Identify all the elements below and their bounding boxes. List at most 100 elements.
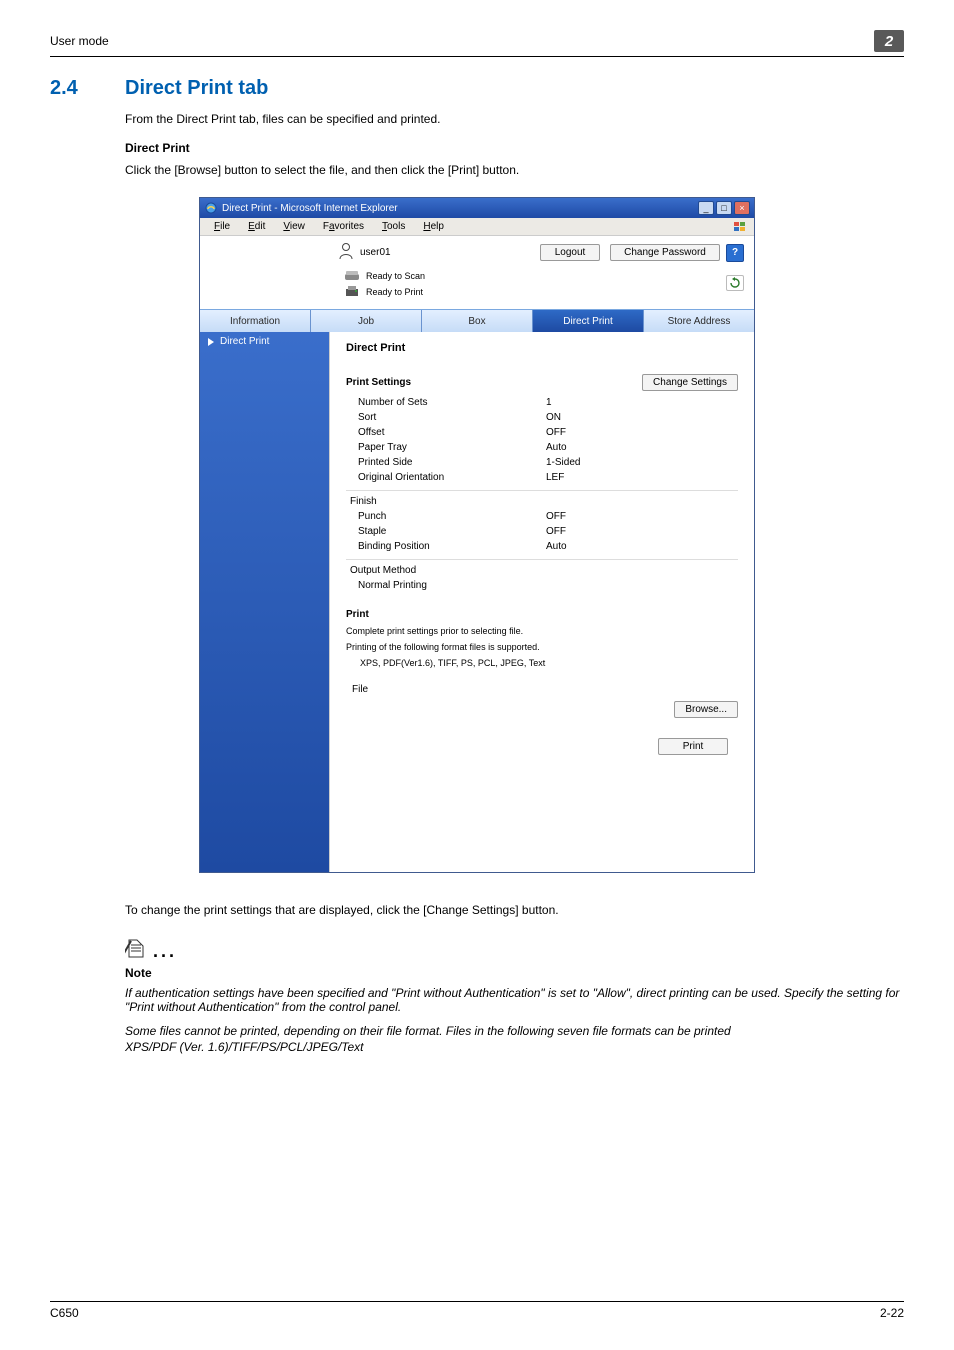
sidebar-item-label: Direct Print [220, 336, 269, 347]
k-offset: Offset [346, 427, 526, 438]
maximize-button[interactable]: □ [716, 201, 732, 215]
status-block: Ready to Scan Ready to Print [344, 269, 744, 299]
print-settings-rows: Number of Sets1 SortON OffsetOFF Paper T… [346, 395, 738, 485]
section-title: Direct Print tab [125, 77, 268, 100]
v-bind: Auto [526, 541, 738, 552]
note-block: ... Note If authentication settings have… [125, 937, 904, 1054]
menu-view[interactable]: View [275, 221, 313, 232]
menu-file[interactable]: File [206, 221, 238, 232]
print-settings-label: Print Settings [346, 377, 411, 388]
file-row: File [346, 684, 738, 695]
note-line-2: Some files cannot be printed, depending … [125, 1024, 904, 1038]
minimize-button[interactable]: _ [698, 201, 714, 215]
app-body: Direct Print Direct Print Print Settings… [200, 332, 754, 872]
scanner-icon [344, 269, 360, 283]
sub-heading: Direct Print [125, 141, 904, 155]
windows-logo-icon [732, 220, 748, 234]
header-rule [50, 56, 904, 57]
k-punch: Punch [346, 511, 526, 522]
tab-box[interactable]: Box [422, 310, 533, 332]
nav-tabs: Information Job Box Direct Print Store A… [200, 310, 754, 332]
user-name: user01 [360, 247, 391, 258]
triangle-icon [208, 338, 214, 346]
tab-store-address[interactable]: Store Address [644, 310, 754, 332]
titlebar: Direct Print - Microsoft Internet Explor… [200, 198, 754, 218]
k-bind: Binding Position [346, 541, 526, 552]
finish-head: Finish [346, 496, 738, 507]
footer-right: 2-22 [880, 1306, 904, 1320]
main-panel: Direct Print Print Settings Change Setti… [330, 332, 754, 872]
print-msg-2: Printing of the following format files i… [346, 642, 738, 652]
v-sort: ON [526, 412, 738, 423]
v-side: 1-Sided [526, 457, 738, 468]
page-header: User mode 2 [50, 30, 904, 52]
v-num-sets: 1 [526, 397, 738, 408]
print-msg-3: XPS, PDF(Ver1.6), TIFF, PS, PCL, JPEG, T… [346, 658, 738, 668]
help-button[interactable]: ? [726, 244, 744, 262]
logout-button[interactable]: Logout [540, 244, 600, 261]
sidebar: Direct Print [200, 332, 330, 872]
browser-window: Direct Print - Microsoft Internet Explor… [199, 197, 755, 873]
print-settings-head: Print Settings Change Settings [346, 374, 738, 391]
v-orient: LEF [526, 472, 738, 483]
output-method-group: Output Method Normal Printing [346, 559, 738, 593]
section-heading: 2.4 Direct Print tab [50, 77, 904, 100]
status-print: Ready to Print [366, 287, 423, 297]
note-line-1: If authentication settings have been spe… [125, 986, 904, 1014]
k-tray: Paper Tray [346, 442, 526, 453]
window-title: Direct Print - Microsoft Internet Explor… [222, 203, 698, 214]
k-num-sets: Number of Sets [346, 397, 526, 408]
menu-help[interactable]: Help [415, 221, 452, 232]
app-top: user01 Logout Change Password ? Ready to… [200, 236, 754, 310]
outmethod-head: Output Method [346, 565, 738, 576]
v-punch: OFF [526, 511, 738, 522]
tab-information[interactable]: Information [200, 310, 311, 332]
finish-group: Finish PunchOFF StapleOFF Binding Positi… [346, 490, 738, 554]
tab-direct-print[interactable]: Direct Print [533, 310, 644, 332]
header-title: User mode [50, 34, 874, 48]
file-label: File [346, 684, 400, 695]
sidebar-item-direct-print[interactable]: Direct Print [200, 332, 329, 351]
menu-tools[interactable]: Tools [374, 221, 413, 232]
print-area: Print Complete print settings prior to s… [346, 609, 738, 755]
user-icon [338, 242, 354, 263]
app-top-row: user01 Logout Change Password ? [210, 242, 744, 263]
print-button[interactable]: Print [658, 738, 728, 755]
outmethod-value: Normal Printing [346, 580, 526, 591]
section-number: 2.4 [50, 77, 125, 100]
menu-favorites[interactable]: Favorites [315, 221, 372, 232]
main-title: Direct Print [346, 336, 738, 360]
sub-text: Click the [Browse] button to select the … [125, 163, 904, 177]
v-offset: OFF [526, 427, 738, 438]
section-intro: From the Direct Print tab, files can be … [125, 112, 904, 126]
footer-left: C650 [50, 1306, 79, 1320]
note-line-3: XPS/PDF (Ver. 1.6)/TIFF/PS/PCL/JPEG/Text [125, 1040, 904, 1054]
k-sort: Sort [346, 412, 526, 423]
note-title: Note [125, 966, 904, 980]
v-tray: Auto [526, 442, 738, 453]
k-orient: Original Orientation [346, 472, 526, 483]
status-scan: Ready to Scan [366, 271, 425, 281]
titlebar-buttons: _ □ × [698, 201, 750, 215]
ie-icon [204, 201, 218, 215]
menu-bar: File Edit View Favorites Tools Help [200, 218, 754, 236]
footer-rule [50, 1301, 904, 1302]
page-footer: C650 2-22 [50, 1301, 904, 1320]
k-staple: Staple [346, 526, 526, 537]
hint-icon [125, 937, 147, 962]
chapter-badge: 2 [874, 30, 904, 52]
menu-edit[interactable]: Edit [240, 221, 273, 232]
change-password-button[interactable]: Change Password [610, 244, 720, 261]
print-head: Print [346, 609, 738, 620]
v-staple: OFF [526, 526, 738, 537]
k-side: Printed Side [346, 457, 526, 468]
printer-icon [344, 285, 360, 299]
below-text: To change the print settings that are di… [125, 903, 904, 917]
close-button[interactable]: × [734, 201, 750, 215]
browse-button[interactable]: Browse... [674, 701, 738, 718]
change-settings-button[interactable]: Change Settings [642, 374, 738, 391]
tab-job[interactable]: Job [311, 310, 422, 332]
refresh-button[interactable] [726, 275, 744, 291]
ellipsis-icon: ... [153, 941, 177, 962]
print-msg-1: Complete print settings prior to selecti… [346, 626, 738, 636]
